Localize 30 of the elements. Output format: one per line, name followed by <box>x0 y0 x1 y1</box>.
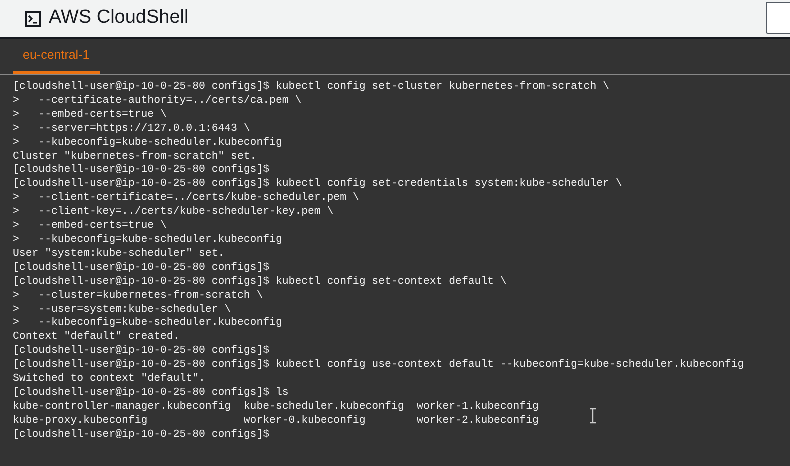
terminal-line: > --cluster=kubernetes-from-scratch \ <box>13 290 264 302</box>
terminal-line: User "system:kube-scheduler" set. <box>13 248 225 260</box>
terminal-line: > --embed-certs=true \ <box>13 108 167 121</box>
terminal-line: [cloudshell-user@ip-10-0-25-80 configs]$ kubectl config set-context default \ <box>13 276 507 288</box>
terminal-line: > --kubeconfig=kube-scheduler.kubeconfig <box>13 136 282 149</box>
terminal-line: [cloudshell-user@ip-10-0-25-80 configs]$ kubectl config set-cluster kubernetes-from-scratch \ <box>13 81 610 93</box>
terminal-line: > --server=https://127.0.0.1:6443 \ <box>13 122 250 135</box>
terminal-line: [cloudshell-user@ip-10-0-25-80 configs]$ <box>13 428 270 441</box>
terminal-line: > --kubeconfig=kube-scheduler.kubeconfig <box>13 317 282 330</box>
terminal-line: Switched to context "default". <box>13 373 206 386</box>
terminal-line: kube-proxy.kubeconfig worker-0.kubeconfig worker-2.kubeconfig <box>13 414 539 427</box>
terminal-line: Context "default" created. <box>13 331 180 344</box>
terminal-icon <box>25 10 41 26</box>
terminal-line: kube-controller-manager.kubeconfig kube-scheduler.kubeconfig worker-1.kubeconfig <box>13 400 539 413</box>
region-tab[interactable]: eu-central-1 <box>13 39 100 74</box>
terminal-line: Cluster "kubernetes-from-scratch" set. <box>13 150 257 163</box>
terminal-line: [cloudshell-user@ip-10-0-25-80 configs]$ kubectl config set-credentials system:kube-scheduler \ <box>13 178 622 190</box>
text-cursor-icon <box>589 408 597 424</box>
terminal-line: > --embed-certs=true \ <box>13 220 167 232</box>
terminal-line: > --certificate-authority=../certs/ca.pem \ <box>13 94 302 107</box>
terminal-line: [cloudshell-user@ip-10-0-25-80 configs]$ <box>13 262 270 274</box>
terminal-line: > --user=system:kube-scheduler \ <box>13 304 232 316</box>
terminal-line: [cloudshell-user@ip-10-0-25-80 configs]$ <box>13 164 270 176</box>
terminal-line: [cloudshell-user@ip-10-0-25-80 configs]$ <box>13 345 270 358</box>
terminal-line: > --kubeconfig=kube-scheduler.kubeconfig <box>13 234 282 246</box>
terminal-line: [cloudshell-user@ip-10-0-25-80 configs]$ kubectl config use-context default --kubeconfig=kube-scheduler.kubeconfig <box>13 359 744 372</box>
app-title: AWS CloudShell <box>49 6 189 30</box>
terminal-line: > --client-certificate=../certs/kube-scheduler.pem \ <box>13 192 360 204</box>
terminal-line: > --client-key=../certs/kube-scheduler-key.pem \ <box>13 206 334 218</box>
terminal-line: [cloudshell-user@ip-10-0-25-80 configs]$ ls <box>13 386 289 399</box>
